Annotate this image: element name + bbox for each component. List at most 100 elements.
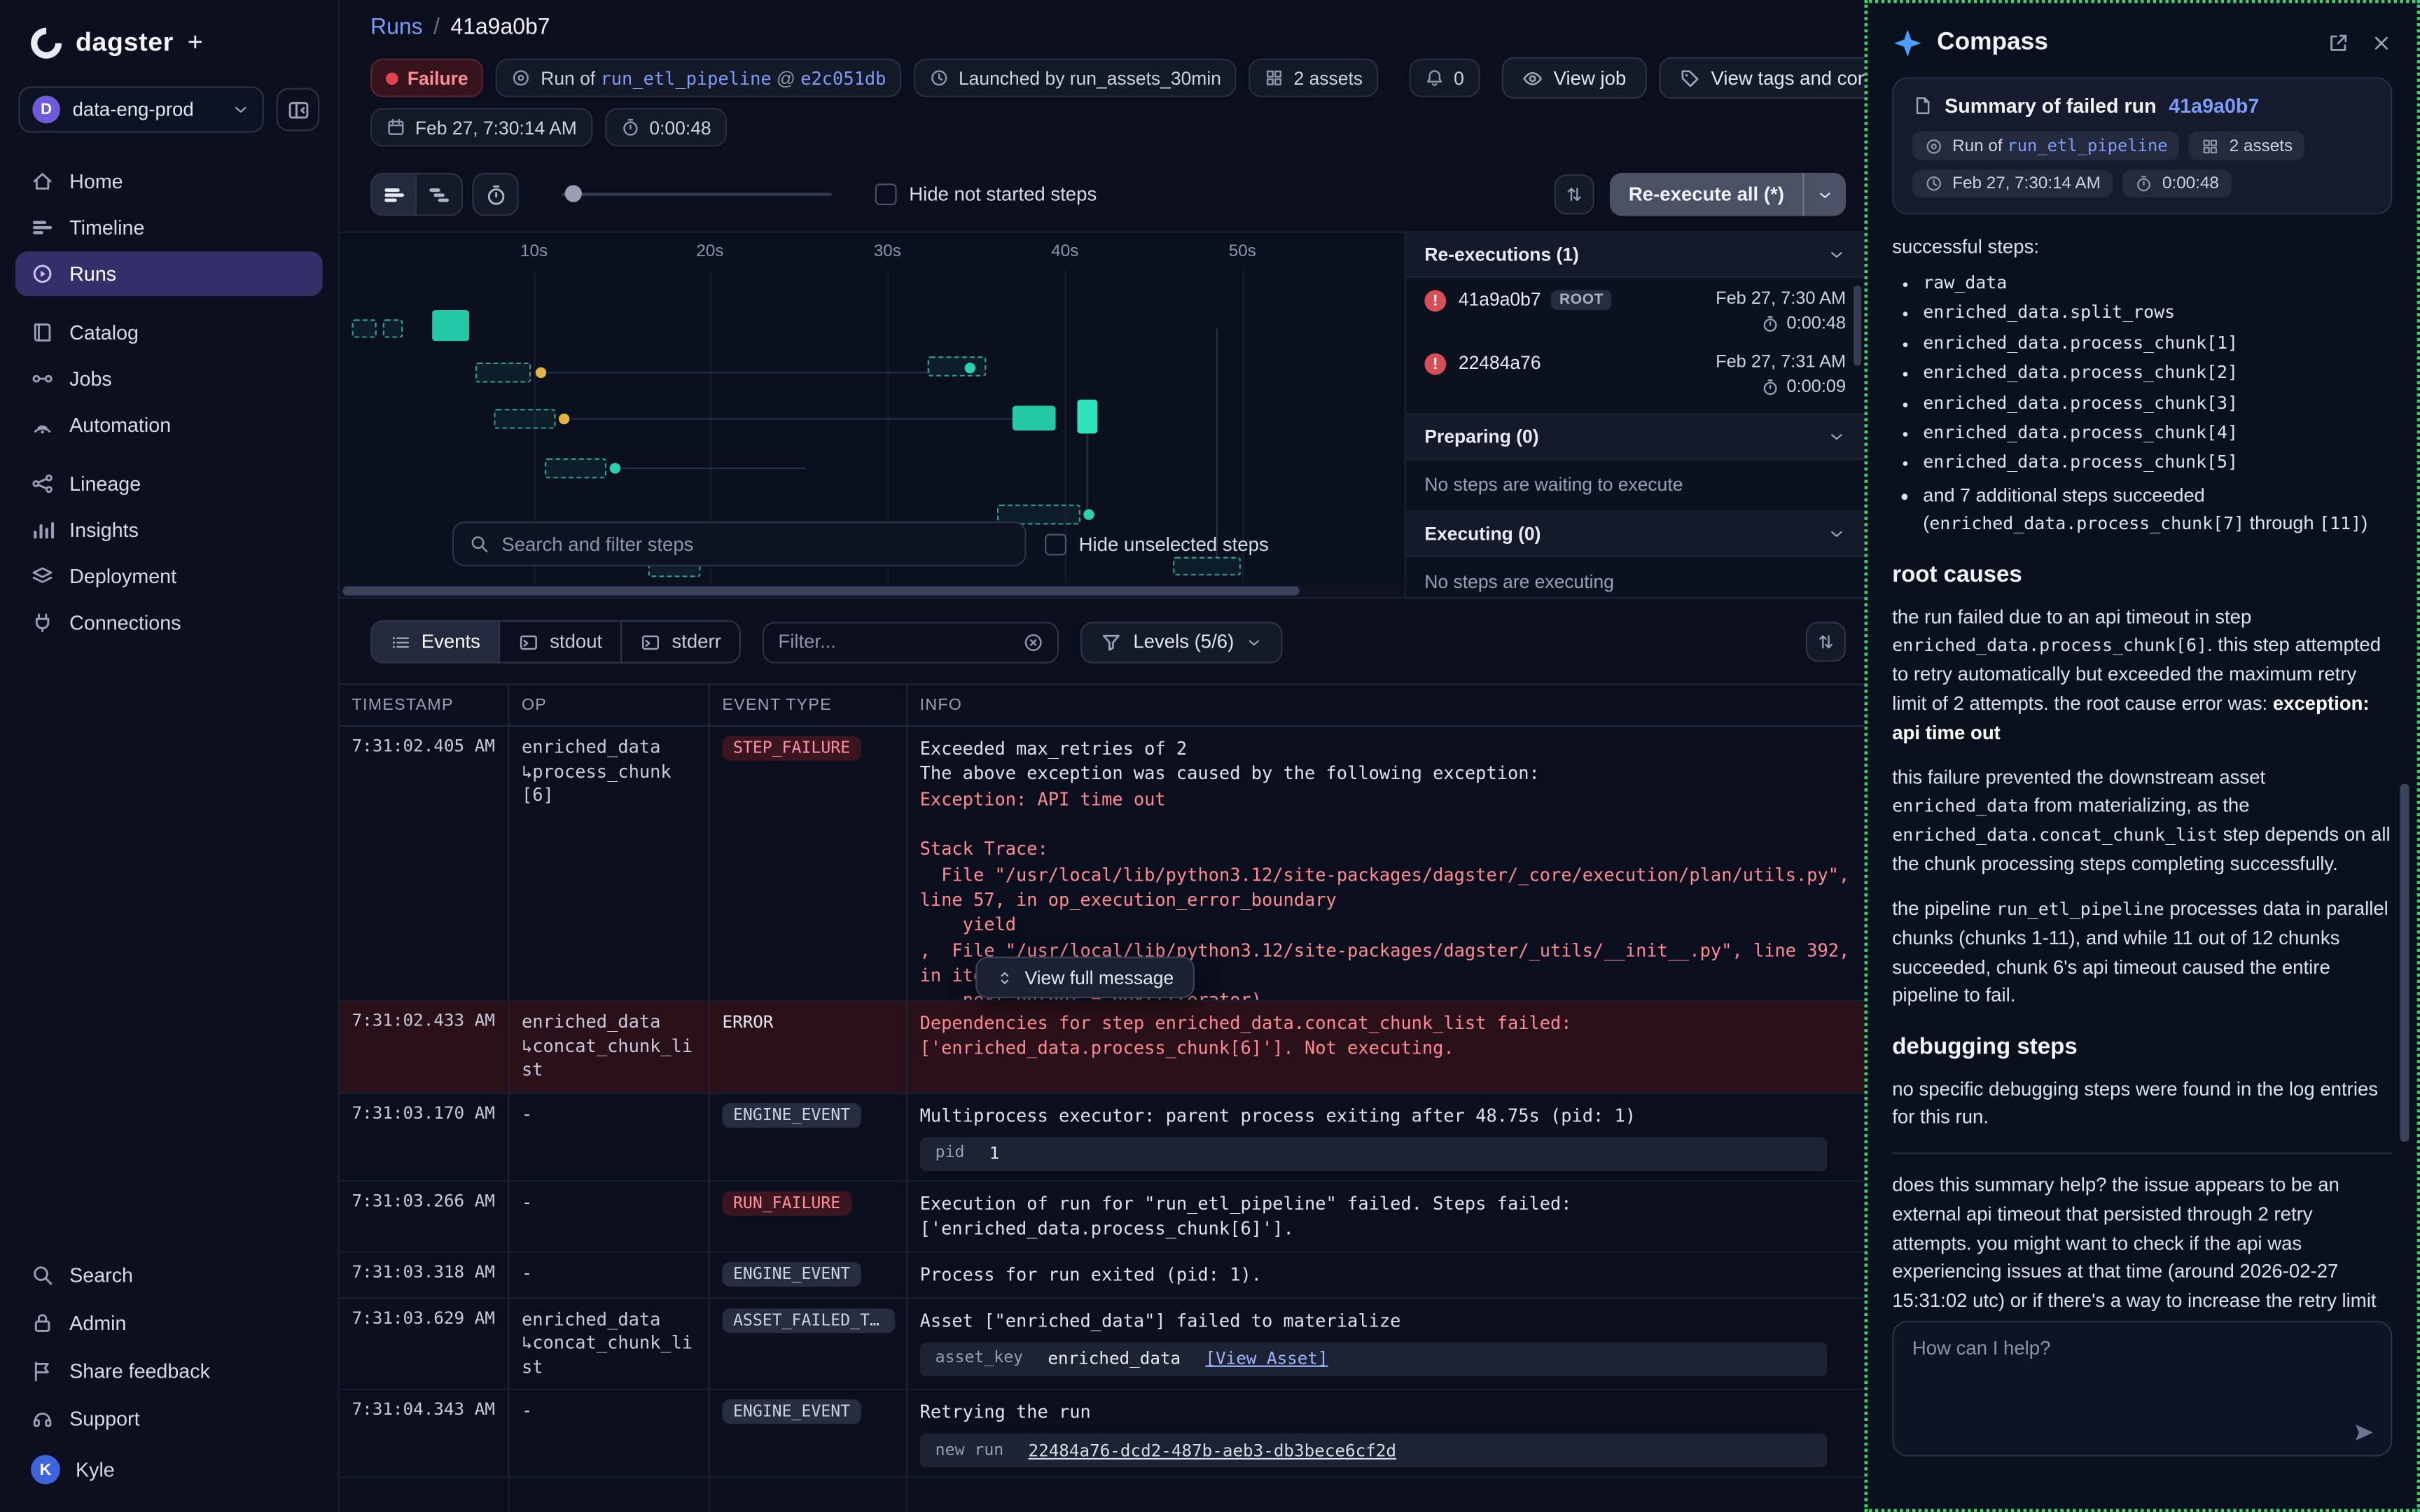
log-filter-input[interactable]: [778, 631, 1013, 652]
automation-icon: [31, 414, 54, 437]
table-row[interactable]: 7:31:03.318 AM - ENGINE_EVENT Process fo…: [340, 1252, 1865, 1298]
sidebar-item-support[interactable]: Support: [15, 1396, 323, 1441]
compass-chat-box[interactable]: [1892, 1321, 2392, 1457]
table-row[interactable]: 7:31:02.433 AM enriched_data ↳concat_chu…: [340, 1001, 1865, 1093]
sidebar-item-jobs[interactable]: Jobs: [15, 356, 323, 401]
sidebar-item-automation[interactable]: Automation: [15, 402, 323, 447]
alerts-chip[interactable]: 0: [1409, 59, 1480, 97]
run-of-tag[interactable]: Run of run_etl_pipeline @ e2c051db: [496, 59, 901, 97]
sidebar-item-deployment[interactable]: Deployment: [15, 554, 323, 598]
gantt-bar-pending[interactable]: [928, 356, 987, 377]
gantt-flat-view-button[interactable]: [370, 173, 417, 216]
gantt-step-dot[interactable]: [559, 414, 569, 424]
reexecute-menu-caret[interactable]: [1802, 173, 1846, 216]
breadcrumb-runs-link[interactable]: Runs: [370, 15, 423, 40]
hide-unselected-checkbox[interactable]: Hide unselected steps: [1045, 533, 1269, 555]
reexecutions-header[interactable]: Re-executions (1): [1406, 233, 1865, 278]
gantt-dependency-line: [548, 372, 931, 373]
sidebar-item-runs[interactable]: Runs: [15, 251, 323, 296]
sidebar-item-search[interactable]: Search: [15, 1253, 323, 1298]
sidebar-item-lineage[interactable]: Lineage: [15, 461, 323, 506]
gantt-bar-completed[interactable]: [1013, 406, 1056, 430]
open-in-new-icon[interactable]: [2328, 32, 2349, 54]
preparing-header[interactable]: Preparing (0): [1406, 414, 1865, 460]
workspace-switcher[interactable]: D data-eng-prod: [18, 86, 263, 132]
zoom-fit-button[interactable]: [1555, 174, 1594, 214]
view-full-message-button[interactable]: View full message: [975, 957, 1194, 999]
gantt-bar-pending[interactable]: [383, 319, 403, 337]
gantt-timing-button[interactable]: [472, 173, 518, 216]
scrollbar-thumb[interactable]: [2400, 784, 2409, 1142]
run-failed-icon: [1424, 354, 1446, 375]
search-icon: [469, 534, 489, 554]
table-row[interactable]: 7:31:04.343 AM - ENGINE_EVENT Retrying t…: [340, 1390, 1865, 1478]
new-run-link[interactable]: 22484a76-dcd2-487b-aeb3-db3bece6cf2d: [1029, 1439, 1397, 1463]
reexecution-run-row[interactable]: 22484a76 Feb 27, 7:31 AM 0:00:09: [1406, 341, 1865, 404]
gantt-zoom-slider[interactable]: [562, 173, 832, 216]
tab-stdout[interactable]: stdout: [499, 620, 622, 664]
gantt-step-dot[interactable]: [610, 463, 620, 473]
view-asset-link[interactable]: [View Asset]: [1205, 1347, 1328, 1371]
step-search-input[interactable]: [501, 533, 1009, 555]
column-header-op[interactable]: OP: [509, 685, 710, 725]
summary-assets-chip[interactable]: 2 assets: [2189, 131, 2304, 160]
column-header-timestamp[interactable]: TIMESTAMP: [340, 685, 509, 725]
step-search-box[interactable]: [452, 522, 1027, 566]
gantt-bar-pending[interactable]: [494, 409, 555, 429]
sidebar-item-share-feedback[interactable]: Share feedback: [15, 1348, 323, 1393]
gantt-horizontal-scrollbar[interactable]: [340, 583, 1405, 597]
run-id[interactable]: 22484a76: [1459, 352, 1541, 374]
table-row[interactable]: 7:31:03.266 AM - RUN_FAILURE Execution o…: [340, 1182, 1865, 1252]
summary-run-id-link[interactable]: 41a9a0b7: [2169, 94, 2259, 117]
gantt-bar-pending[interactable]: [475, 363, 531, 383]
run-id[interactable]: 41a9a0b7: [1459, 288, 1541, 310]
table-row[interactable]: 7:31:03.170 AM - ENGINE_EVENT Multiproce…: [340, 1093, 1865, 1182]
tab-stderr[interactable]: stderr: [621, 620, 742, 664]
sidebar-item-catalog[interactable]: Catalog: [15, 310, 323, 355]
levels-dropdown[interactable]: Levels (5/6): [1080, 621, 1281, 663]
gantt-bar-pending[interactable]: [545, 458, 606, 479]
gantt-waterfall-view-button[interactable]: [417, 173, 463, 216]
expand-icon: [996, 968, 1014, 986]
sidebar-item-connections[interactable]: Connections: [15, 600, 323, 645]
send-button[interactable]: [2352, 1421, 2375, 1444]
sidebar-item-user[interactable]: K Kyle: [15, 1444, 323, 1495]
launched-by-tag[interactable]: Launched by run_assets_30min: [914, 59, 1237, 97]
reexecute-all-button[interactable]: Re-execute all (*): [1610, 173, 1846, 216]
tab-events[interactable]: Events: [370, 620, 501, 664]
run-date-chip: Feb 27, 7:30:14 AM: [370, 108, 592, 146]
summary-run-of-chip[interactable]: Run of run_etl_pipeline: [1912, 131, 2180, 160]
sidebar-item-admin[interactable]: Admin: [15, 1301, 323, 1345]
sidebar-item-home[interactable]: Home: [15, 159, 323, 204]
column-header-info[interactable]: INFO: [908, 685, 1865, 725]
gantt-chart[interactable]: 10s 20s 30s 40s 50s: [340, 233, 1405, 597]
table-row[interactable]: 7:31:03.629 AM enriched_data ↳concat_chu…: [340, 1298, 1865, 1390]
view-job-button[interactable]: View job: [1501, 57, 1646, 99]
log-filter-box[interactable]: [763, 621, 1059, 663]
reexecution-run-row[interactable]: 41a9a0b7 ROOT Feb 27, 7:30 AM 0:00:48: [1406, 278, 1865, 341]
gantt-bar-pending[interactable]: [352, 319, 377, 337]
gantt-step-dot[interactable]: [965, 363, 975, 373]
slider-knob[interactable]: [565, 185, 582, 202]
run-date: Feb 27, 7:31 AM: [1716, 354, 1846, 372]
compass-scroll-area[interactable]: successful steps: raw_data enriched_data…: [1892, 233, 2392, 1312]
sidebar-item-timeline[interactable]: Timeline: [15, 205, 323, 250]
compass-chat-input[interactable]: [1912, 1338, 2372, 1430]
scrollbar-thumb[interactable]: [342, 585, 1300, 594]
collapse-sidebar-button[interactable]: [277, 88, 320, 132]
executing-header[interactable]: Executing (0): [1406, 511, 1865, 557]
app-logo[interactable]: dagster +: [15, 22, 323, 87]
scrollbar-thumb[interactable]: [1854, 286, 1861, 366]
tag-icon: [1678, 67, 1700, 89]
gantt-step-dot[interactable]: [1083, 509, 1094, 519]
assets-tag[interactable]: 2 assets: [1249, 59, 1378, 97]
clear-filter-icon[interactable]: [1024, 632, 1044, 652]
gantt-bar-completed[interactable]: [432, 310, 469, 341]
gantt-step-dot[interactable]: [536, 368, 546, 378]
hide-not-started-checkbox[interactable]: Hide not started steps: [875, 183, 1097, 205]
column-header-event-type[interactable]: EVENT TYPE: [710, 685, 908, 725]
scroll-to-bottom-button[interactable]: [1806, 622, 1846, 662]
gantt-bar-completed[interactable]: [1077, 400, 1097, 433]
sidebar-item-insights[interactable]: Insights: [15, 507, 323, 552]
close-icon[interactable]: [2370, 32, 2392, 54]
